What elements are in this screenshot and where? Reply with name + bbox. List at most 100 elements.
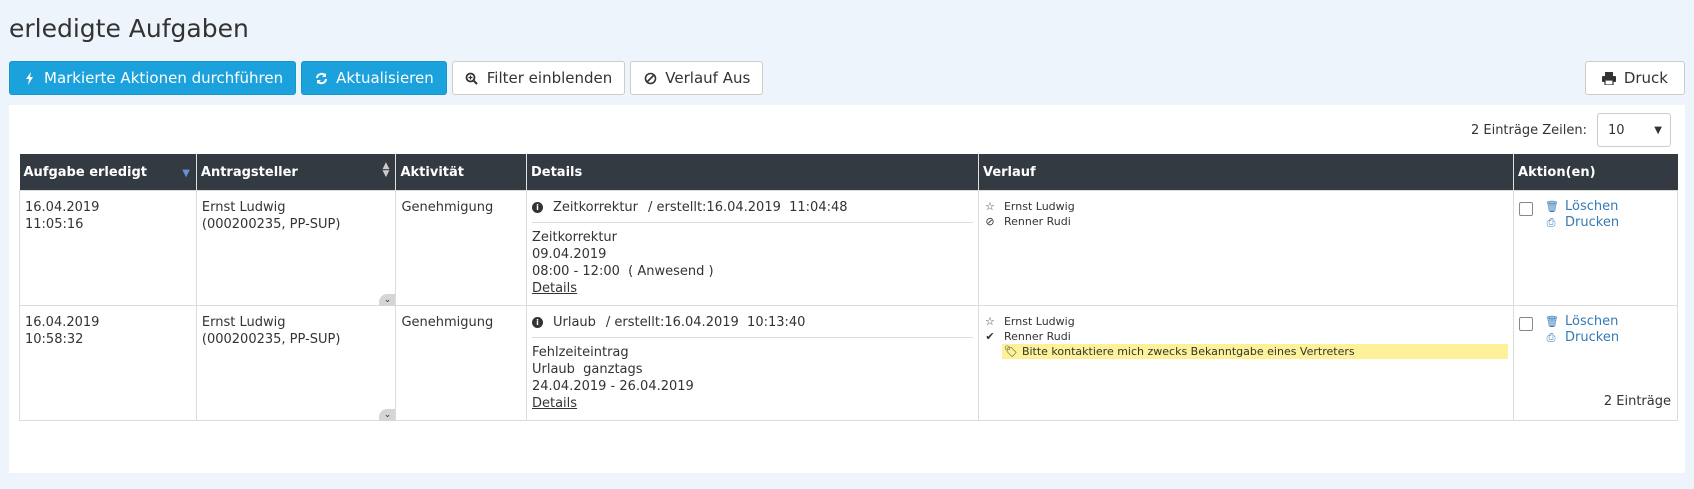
detail-type: Urlaub: [552, 315, 596, 330]
execute-actions-button[interactable]: Markierte Aktionen durchführen: [9, 61, 297, 95]
requester-id: (000200235, PP-SUP): [201, 332, 341, 347]
star-icon: ☆: [985, 200, 995, 213]
history-note: 🏷 Bitte kontaktiere mich zwecks Bekanntga…: [1001, 344, 1509, 359]
cell-history: ☆ Ernst Ludwig ⊘ Renner Rudi: [977, 190, 1515, 306]
history-entry: Ernst Ludwig: [1003, 315, 1075, 328]
refresh-label: Aktualisieren: [336, 69, 434, 87]
rows-per-page-select[interactable]: 10 ▼: [1597, 113, 1671, 147]
detail-line: 24.04.2019 - 26.04.2019: [531, 379, 694, 394]
created-time: 11:04:48: [789, 200, 848, 215]
print-link-label: Drucken: [1565, 330, 1620, 345]
chevron-down-icon[interactable]: ⌄: [379, 294, 396, 306]
column-header-details: Details: [526, 154, 979, 191]
cell-activity: Genehmigung: [395, 190, 527, 306]
filter-label: Filter einblenden: [486, 69, 613, 87]
cell-done: 16.04.2019 10:58:32: [19, 305, 197, 421]
table-row: 16.04.2019 10:58:32 Ernst Ludwig (000200…: [19, 305, 1678, 421]
detail-line: Zeitkorrektur: [531, 230, 617, 245]
table-meta: 2 Einträge Zeilen: 10 ▼: [1471, 113, 1671, 147]
history-entry: Renner Rudi: [1003, 215, 1071, 228]
check-icon: ✔: [985, 330, 995, 343]
delete-label: Löschen: [1565, 314, 1619, 329]
created-time: 10:13:40: [747, 315, 806, 330]
cell-details: i Zeitkorrektur / erstellt:16.04.2019 11…: [525, 190, 979, 306]
requester-id: (000200235, PP-SUP): [201, 217, 341, 232]
column-header-history: Verlauf: [978, 154, 1515, 191]
done-date: 16.04.2019: [25, 315, 100, 330]
detail-line: Fehlzeiteintrag: [531, 345, 629, 360]
history-entry: Renner Rudi: [1003, 330, 1071, 343]
results-panel: 2 Einträge Zeilen: 10 ▼ Aufgabe erledigt…: [9, 105, 1685, 473]
cell-done: 16.04.2019 11:05:16: [19, 190, 197, 306]
rows-label: Zeilen:: [1542, 122, 1587, 138]
cell-actions: 🗑 Löschen ⎙ Drucken: [1513, 190, 1678, 306]
refresh-icon: [314, 72, 328, 85]
star-icon: ☆: [985, 315, 995, 328]
created-date: / erstellt:16.04.2019: [648, 200, 781, 215]
bolt-icon: [22, 71, 36, 85]
footer-entry-count: 2 Einträge: [1603, 394, 1671, 409]
ban-icon: ⊘: [985, 215, 995, 228]
print-button[interactable]: Druck: [1584, 61, 1685, 95]
column-header-activity: Aktivität: [395, 154, 527, 191]
search-plus-icon: [465, 72, 479, 85]
trash-icon: 🗑: [1545, 315, 1559, 328]
print-icon: [1601, 71, 1616, 85]
cell-details: i Urlaub / erstellt:16.04.2019 10:13:40 …: [525, 305, 979, 421]
info-icon: i: [531, 317, 543, 328]
filter-button[interactable]: Filter einblenden: [451, 61, 626, 95]
detail-type: Zeitkorrektur: [552, 200, 638, 215]
history-note-text: Bitte kontaktiere mich zwecks Bekanntgab…: [1021, 345, 1355, 358]
tasks-table: Aufgabe erledigt ▼ Antragsteller ▲ ▼ Akti…: [19, 154, 1678, 421]
delete-label: Löschen: [1565, 199, 1619, 214]
delete-link[interactable]: 🗑 Löschen: [1545, 314, 1619, 330]
print-label: Druck: [1623, 69, 1668, 87]
detail-line: 09.04.2019: [531, 247, 607, 262]
cell-history: ☆ Ernst Ludwig ✔ Renner Rudi 🏷 Bitte kontak…: [977, 305, 1515, 421]
page-title: erledigte Aufgaben: [9, 14, 249, 43]
column-header-requester-label: Antragsteller: [200, 164, 298, 180]
cell-activity: Genehmigung: [395, 305, 527, 421]
history-toggle-label: Verlauf Aus: [665, 69, 751, 87]
column-header-requester[interactable]: Antragsteller ▲ ▼: [196, 154, 397, 191]
print-icon: ⎙: [1546, 216, 1556, 229]
delete-link[interactable]: 🗑 Löschen: [1545, 199, 1619, 215]
sort-desc-icon: ▼: [182, 168, 190, 179]
ban-icon: [643, 72, 657, 85]
row-checkbox[interactable]: [1519, 317, 1534, 331]
caret-down-icon: ▼: [1654, 124, 1662, 136]
column-header-done[interactable]: Aufgabe erledigt ▼: [19, 154, 197, 191]
done-date: 16.04.2019: [25, 200, 100, 215]
entry-count: 2 Einträge: [1470, 122, 1539, 138]
rows-per-page-value: 10: [1608, 122, 1625, 138]
row-checkbox[interactable]: [1519, 202, 1534, 216]
table-row: 16.04.2019 11:05:16 Ernst Ludwig (000200…: [19, 190, 1678, 306]
print-link[interactable]: ⎙ Drucken: [1545, 215, 1619, 231]
created-date: / erstellt:16.04.2019: [605, 315, 739, 330]
done-time: 11:05:16: [25, 217, 84, 232]
column-header-done-label: Aufgabe erledigt: [23, 164, 147, 180]
chevron-down-icon[interactable]: ⌄: [379, 409, 396, 421]
info-icon: i: [531, 202, 543, 213]
requester-name: Ernst Ludwig: [201, 315, 286, 330]
cell-requester: Ernst Ludwig (000200235, PP-SUP) ⌄: [195, 190, 397, 306]
table-header-row: Aufgabe erledigt ▼ Antragsteller ▲ ▼ Akti…: [19, 154, 1678, 191]
execute-actions-label: Markierte Aktionen durchführen: [44, 69, 284, 87]
requester-name: Ernst Ludwig: [201, 200, 286, 215]
detail-line: Urlaub ganztags: [531, 362, 643, 377]
sort-icon: ▲ ▼: [382, 161, 390, 179]
print-link-label: Drucken: [1565, 215, 1620, 230]
history-entry: Ernst Ludwig: [1003, 200, 1075, 213]
cell-requester: Ernst Ludwig (000200235, PP-SUP) ⌄: [195, 305, 397, 421]
refresh-button[interactable]: Aktualisieren: [301, 61, 447, 95]
detail-line: 08:00 - 12:00 ( Anwesend ): [531, 264, 714, 279]
toolbar: Markierte Aktionen durchführen Aktualisi…: [9, 61, 764, 95]
details-link[interactable]: Details: [532, 280, 973, 297]
tag-icon: 🏷: [1003, 345, 1018, 358]
history-toggle-button[interactable]: Verlauf Aus: [630, 61, 764, 95]
details-link[interactable]: Details: [532, 395, 973, 412]
done-time: 10:58:32: [25, 332, 84, 347]
trash-icon: 🗑: [1545, 200, 1559, 213]
column-header-actions: Aktion(en): [1513, 154, 1678, 191]
print-link[interactable]: ⎙ Drucken: [1545, 330, 1619, 346]
